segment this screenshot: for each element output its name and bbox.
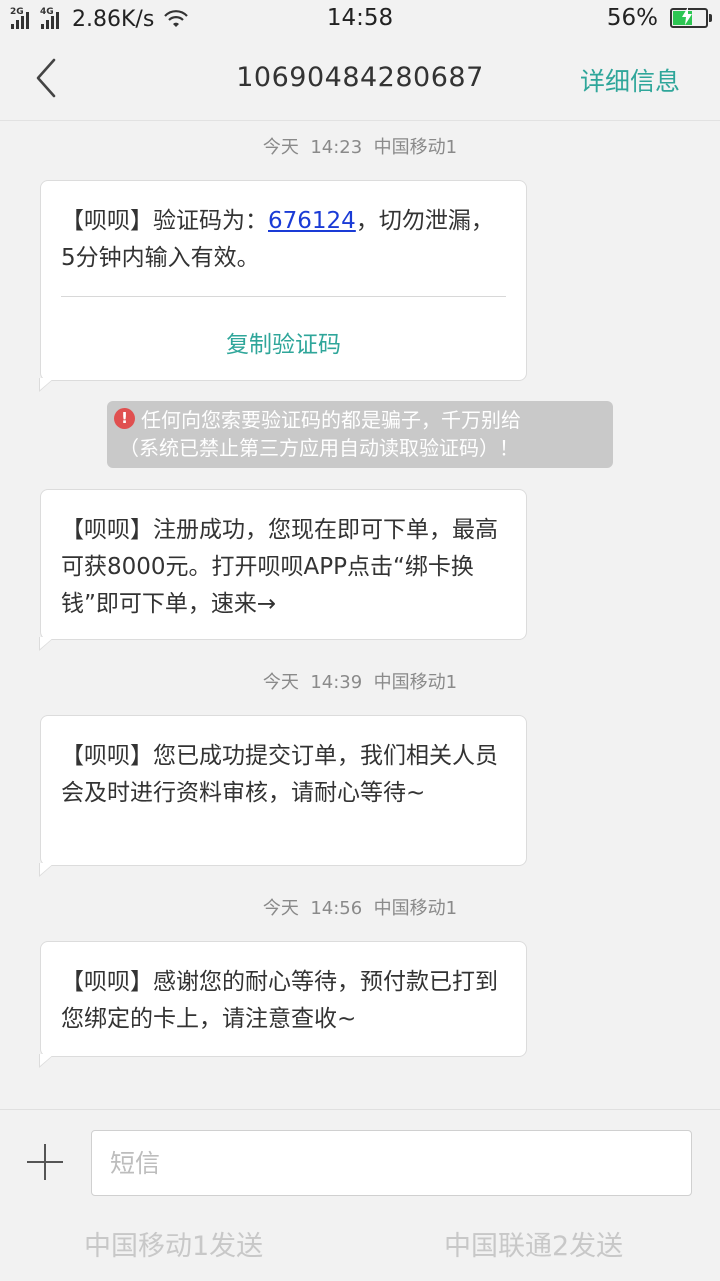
message-text: 【呗呗】注册成功，您现在即可下单，最高可获8000元。打开呗呗APP点击“绑卡换… (61, 517, 498, 617)
timestamp-day: 今天 (262, 672, 299, 693)
details-button[interactable]: 详细信息 (580, 62, 680, 98)
charging-icon (682, 7, 692, 25)
conversation-header: 10690484280687 详细信息 (0, 38, 720, 121)
timestamp-day: 今天 (262, 898, 299, 919)
message-timestamp: 今天 14:56 中国移动1 (0, 894, 720, 920)
fraud-warning-banner: ! 任何向您索要验证码的都是骗子，千万别给 （系统已禁止第三方应用自动读取验证码… (107, 401, 613, 468)
message-bubble[interactable]: 【呗呗】感谢您的耐心等待，预付款已打到您绑定的卡上，请注意查收~ (39, 941, 527, 1068)
status-right: 56% (606, 5, 712, 31)
message-bubble[interactable]: 【呗呗】验证码为：676124，切勿泄漏，5分钟内输入有效。 复制验证码 (39, 180, 527, 392)
message-timestamp: 今天 14:23 中国移动1 (0, 133, 720, 159)
timestamp-time: 14:56 (310, 898, 363, 919)
timestamp-carrier: 中国移动1 (373, 898, 458, 919)
warning-line-2: （系统已禁止第三方应用自动读取验证码）！ (119, 436, 519, 460)
timestamp-time: 14:39 (310, 672, 363, 693)
divider (61, 296, 506, 297)
warning-line-1: 任何向您索要验证码的都是骗子，千万别给 (141, 408, 521, 432)
compose-bar: 中国移动1发送 中国联通2发送 (0, 1109, 720, 1281)
message-timestamp: 今天 14:39 中国移动1 (0, 668, 720, 694)
battery-icon (670, 7, 712, 28)
send-sim1-button[interactable]: 中国移动1发送 (84, 1224, 263, 1263)
sms-input[interactable] (91, 1130, 692, 1196)
timestamp-time: 14:23 (310, 137, 363, 158)
verification-code-link[interactable]: 676124 (268, 208, 356, 234)
message-text: 【呗呗】感谢您的耐心等待，预付款已打到您绑定的卡上，请注意查收~ (61, 969, 498, 1032)
timestamp-day: 今天 (262, 137, 299, 158)
message-text: 【呗呗】验证码为：676124，切勿泄漏，5分钟内输入有效。 (61, 208, 494, 271)
add-attachment-icon[interactable] (27, 1144, 63, 1180)
status-bar: 2G 4G 2.86K/s 14:58 56% (0, 0, 720, 38)
message-bubble[interactable]: 【呗呗】注册成功，您现在即可下单，最高可获8000元。打开呗呗APP点击“绑卡换… (39, 489, 527, 651)
message-text: 【呗呗】您已成功提交订单，我们相关人员会及时进行资料审核，请耐心等待~ (61, 743, 498, 806)
send-sim2-button[interactable]: 中国联通2发送 (444, 1224, 623, 1263)
alert-icon: ! (114, 408, 135, 429)
message-bubble[interactable]: 【呗呗】您已成功提交订单，我们相关人员会及时进行资料审核，请耐心等待~ (39, 715, 527, 877)
timestamp-carrier: 中国移动1 (373, 672, 458, 693)
copy-code-button[interactable]: 复制验证码 (41, 325, 526, 359)
timestamp-carrier: 中国移动1 (373, 137, 458, 158)
battery-percent: 56% (606, 5, 658, 31)
